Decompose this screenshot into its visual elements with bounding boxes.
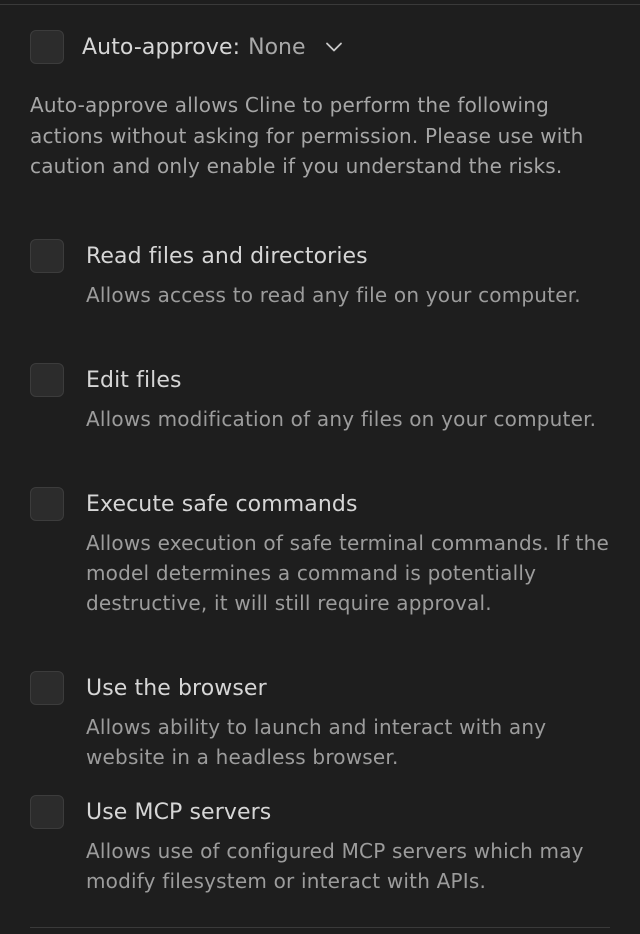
read-files-checkbox[interactable]	[30, 239, 64, 273]
option-edit-files-row[interactable]: Edit files	[30, 362, 615, 398]
edit-files-label: Edit files	[86, 367, 182, 393]
read-files-label: Read files and directories	[86, 243, 368, 269]
use-mcp-description: Allows use of configured MCP servers whi…	[86, 839, 584, 893]
execute-commands-description: Allows execution of safe terminal comman…	[86, 531, 609, 615]
use-browser-label: Use the browser	[86, 675, 267, 701]
option-edit-files: Edit files Allows modification of any fi…	[30, 362, 615, 434]
execute-commands-label: Execute safe commands	[86, 491, 358, 517]
use-browser-description: Allows ability to launch and interact wi…	[86, 715, 547, 769]
option-use-mcp: Use MCP servers Allows use of configured…	[30, 794, 615, 896]
auto-approve-value: None	[248, 34, 306, 60]
edit-files-description: Allows modification of any files on your…	[86, 407, 597, 431]
option-read-files-row[interactable]: Read files and directories	[30, 238, 615, 274]
bottom-divider	[30, 927, 610, 928]
use-browser-checkbox[interactable]	[30, 671, 64, 705]
execute-commands-checkbox[interactable]	[30, 487, 64, 521]
use-mcp-label: Use MCP servers	[86, 799, 272, 825]
option-read-files: Read files and directories Allows access…	[30, 238, 615, 310]
auto-approve-description: Auto-approve allows Cline to perform the…	[30, 93, 584, 178]
read-files-description: Allows access to read any file on your c…	[86, 283, 581, 307]
chevron-down-icon[interactable]	[324, 37, 344, 57]
auto-approve-checkbox[interactable]	[30, 30, 64, 64]
top-divider	[0, 4, 640, 5]
use-mcp-checkbox[interactable]	[30, 795, 64, 829]
option-execute-commands: Execute safe commands Allows execution o…	[30, 486, 615, 618]
auto-approve-header[interactable]: Auto-approve: None	[30, 29, 344, 65]
option-use-browser-row[interactable]: Use the browser	[30, 670, 615, 706]
edit-files-checkbox[interactable]	[30, 363, 64, 397]
option-execute-commands-row[interactable]: Execute safe commands	[30, 486, 615, 522]
option-use-browser: Use the browser Allows ability to launch…	[30, 670, 615, 772]
option-use-mcp-row[interactable]: Use MCP servers	[30, 794, 615, 830]
auto-approve-label: Auto-approve:	[82, 34, 241, 60]
